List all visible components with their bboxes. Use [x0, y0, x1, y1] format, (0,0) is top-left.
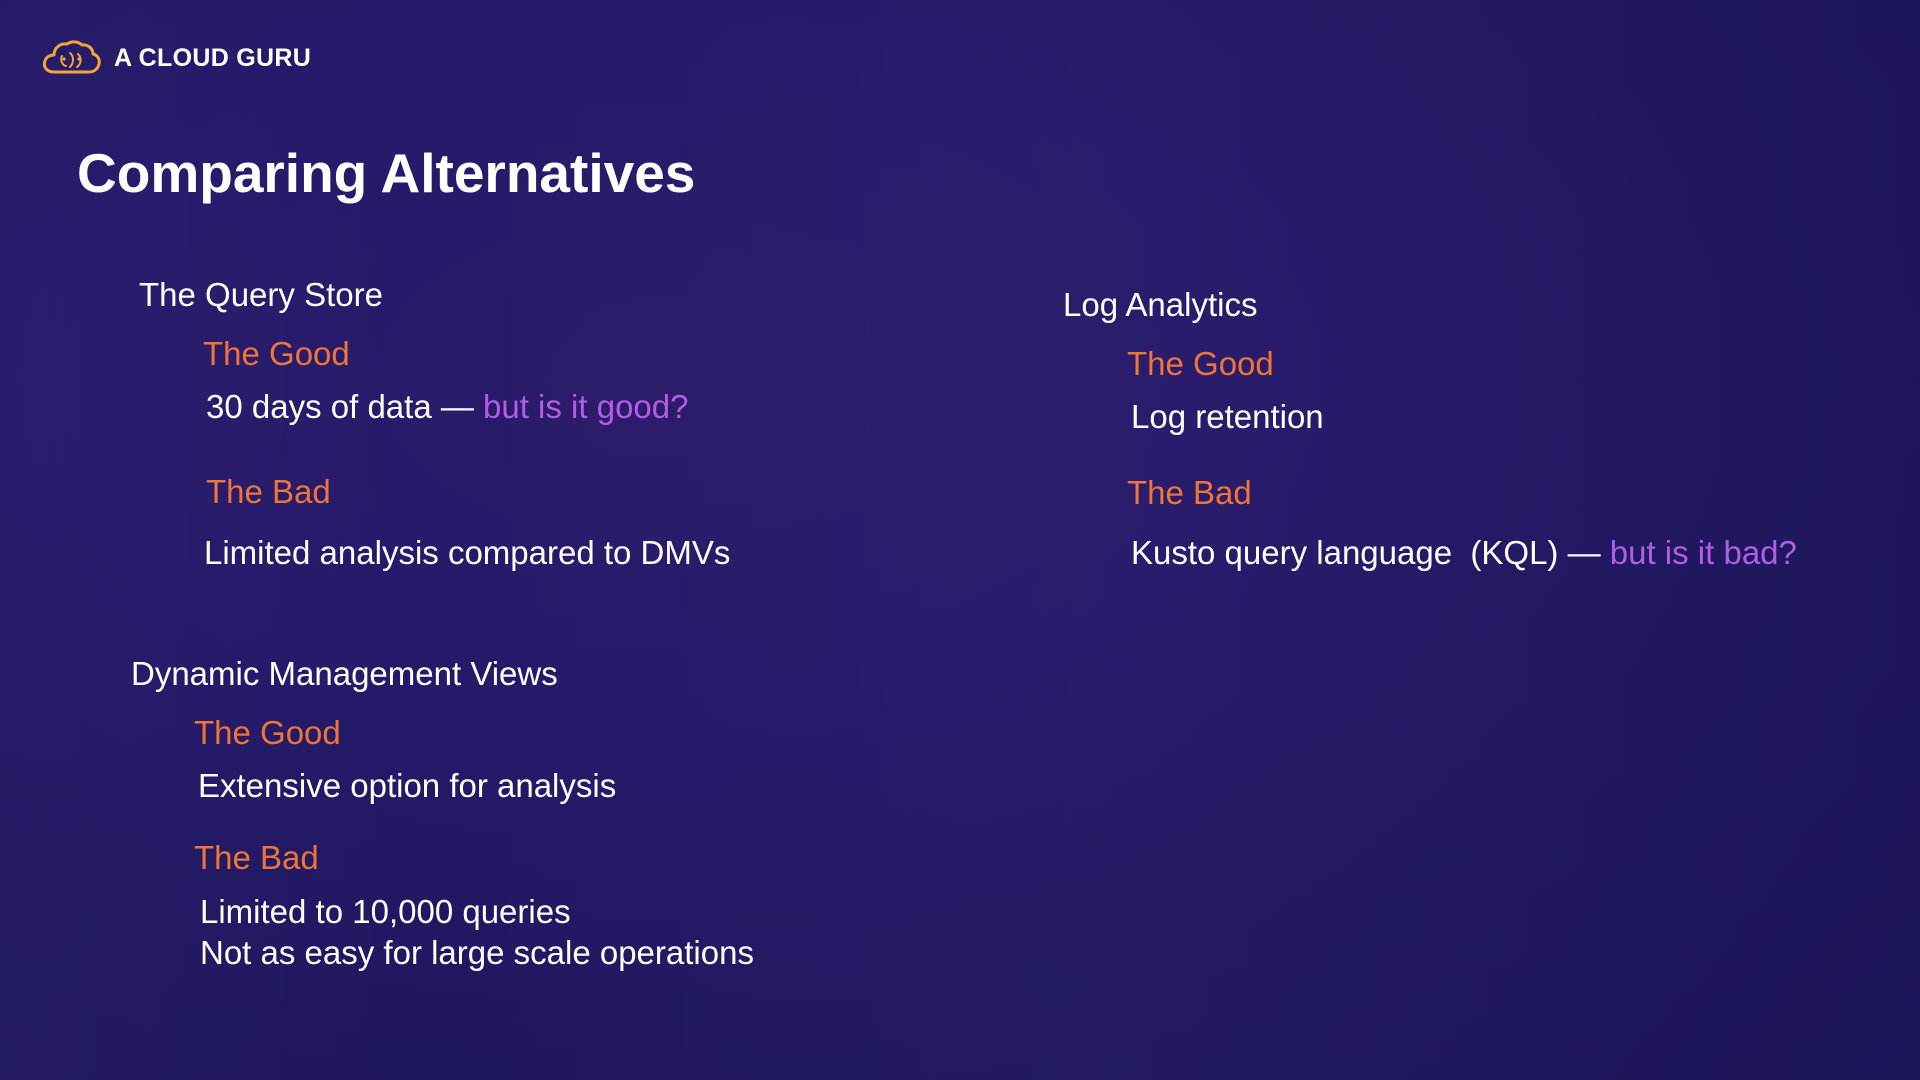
- dmv-good-text: Extensive option for analysis: [198, 767, 617, 804]
- brand-logo: A CLOUD GURU: [40, 38, 311, 78]
- query-store-bad-label: The Bad: [206, 473, 331, 510]
- log-analytics-good-text: Log retention: [1131, 398, 1324, 435]
- query-store-good-statement: 30 days of data —: [206, 388, 484, 425]
- log-analytics-bad-statement: Kusto query language (KQL) —: [1131, 534, 1610, 571]
- dmv-bad-text-2: Not as easy for large scale operations: [200, 934, 754, 971]
- brand-name: A CLOUD GURU: [114, 43, 312, 72]
- query-store-bad-text: Limited analysis compared to DMVs: [204, 534, 731, 571]
- query-store-good-label: The Good: [203, 335, 350, 372]
- dmv-good-label: The Good: [194, 714, 341, 751]
- log-analytics-bad-text: Kusto query language (KQL) — but is it b…: [1131, 533, 1797, 573]
- log-analytics-bad-label: The Bad: [1127, 474, 1252, 511]
- log-analytics-bad-question: but is it bad?: [1609, 534, 1797, 571]
- slide-title: Comparing Alternatives: [77, 142, 696, 204]
- dmv-bad-text-1: Limited to 10,000 queries: [200, 893, 571, 930]
- dmv-heading: Dynamic Management Views: [131, 655, 558, 692]
- dmv-bad-label: The Bad: [194, 839, 319, 876]
- log-analytics-heading: Log Analytics: [1063, 286, 1258, 323]
- query-store-heading: The Query Store: [139, 276, 383, 313]
- cloud-icon: [42, 40, 101, 74]
- query-store-good-text: 30 days of data — but is it good?: [206, 387, 689, 427]
- query-store-good-question: but is it good?: [483, 388, 689, 425]
- log-analytics-good-label: The Good: [1127, 345, 1274, 382]
